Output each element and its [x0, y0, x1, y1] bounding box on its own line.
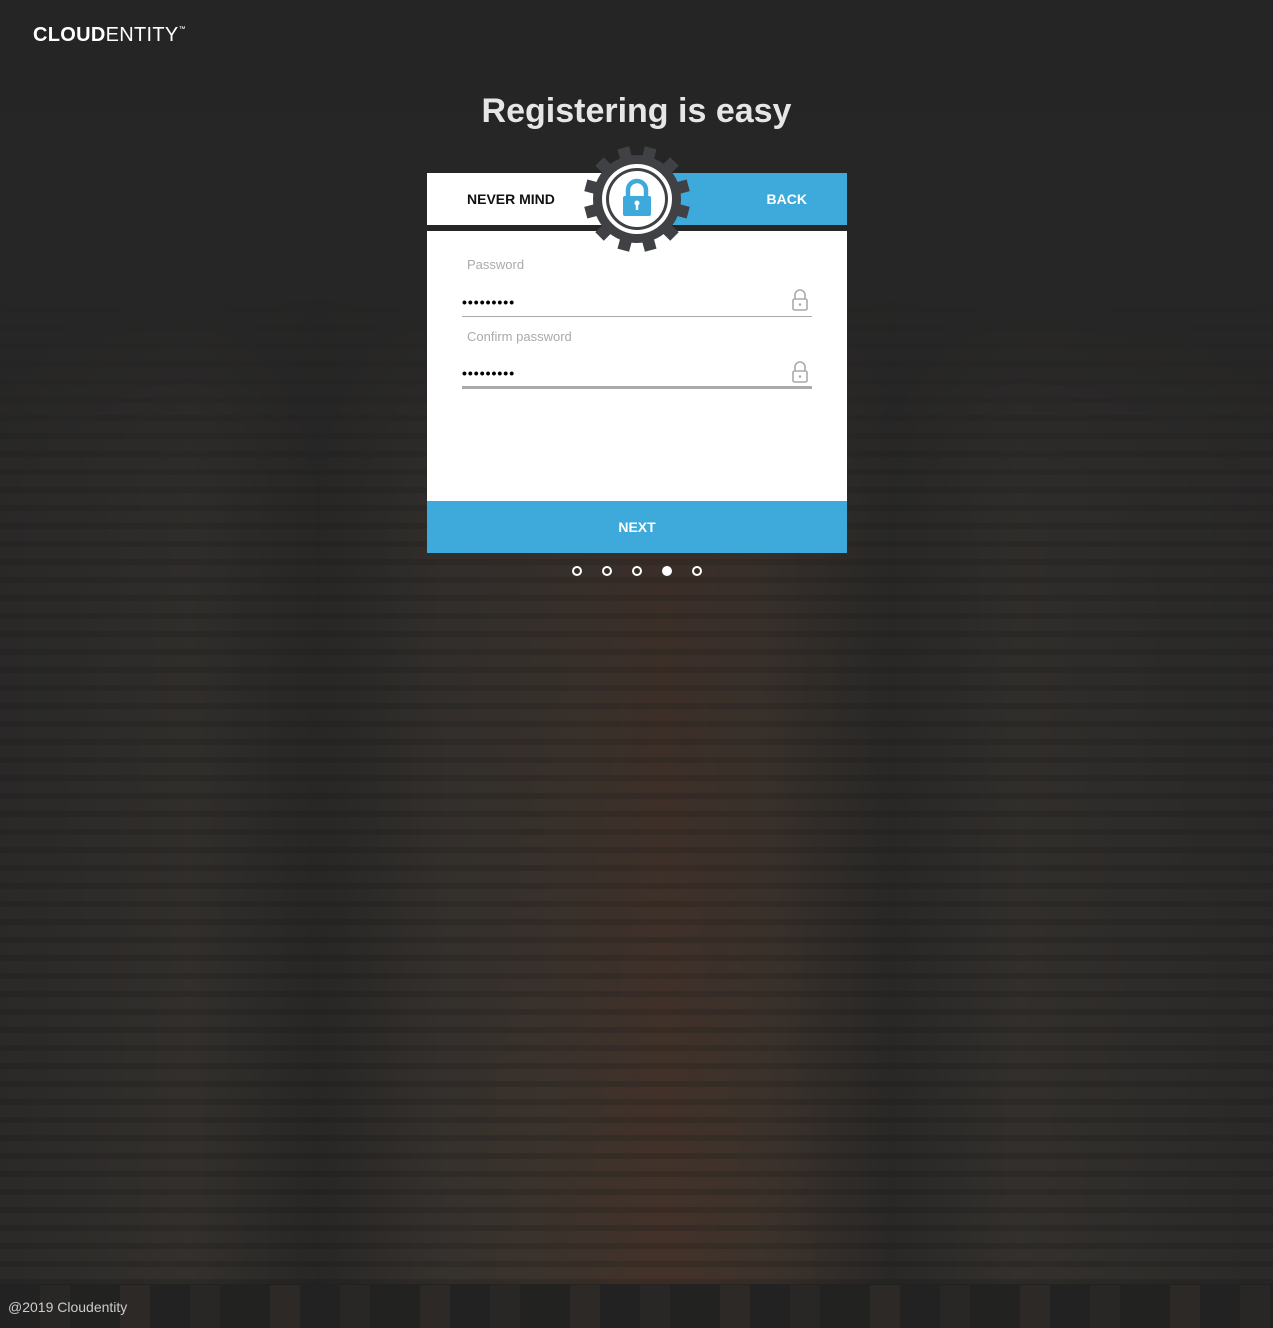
next-button[interactable]: NEXT — [427, 501, 847, 553]
logo: CLOUDENTITY™ — [33, 24, 186, 46]
confirm-password-input[interactable] — [462, 359, 812, 389]
step-dot — [602, 566, 612, 576]
page-title: Registering is easy — [481, 92, 792, 130]
password-label: Password — [467, 257, 525, 272]
lock-icon — [792, 361, 808, 383]
step-dot — [572, 566, 582, 576]
registration-form: Password Confirm password — [427, 231, 847, 501]
password-input[interactable] — [462, 287, 812, 317]
step-indicator — [572, 566, 702, 576]
step-dot — [662, 566, 672, 576]
confirm-password-label: Confirm password — [467, 329, 572, 344]
gear-lock-icon — [584, 146, 690, 252]
step-dot — [692, 566, 702, 576]
footer-copyright: @2019 Cloudentity — [0, 1284, 1273, 1328]
step-dot — [632, 566, 642, 576]
lock-icon — [792, 289, 808, 311]
